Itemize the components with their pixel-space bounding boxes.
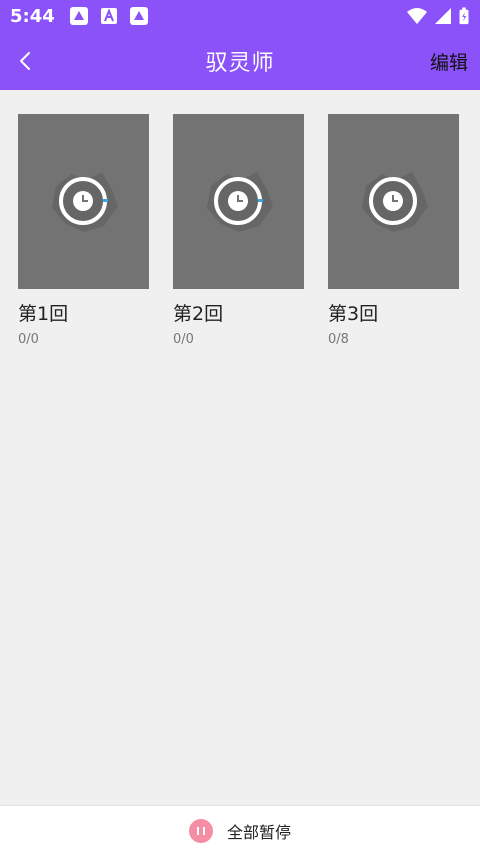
episode-card-1[interactable]: 第1回 0/0	[18, 114, 149, 347]
episode-title: 第2回	[173, 303, 224, 325]
episode-title: 第3回	[328, 303, 379, 325]
episode-card-3[interactable]: 第3回 0/8	[328, 114, 459, 347]
pause-all-label: 全部暂停	[226, 822, 291, 842]
episode-grid: 第1回 0/0 第2回 0/0 第3回 0/8	[18, 114, 462, 347]
episode-progress: 0/0	[18, 332, 39, 347]
status-right	[406, 7, 470, 25]
a-icon	[99, 6, 119, 26]
battery-icon	[459, 7, 469, 25]
clock-icon	[214, 177, 263, 225]
wifi-icon	[407, 8, 427, 24]
episode-progress: 0/8	[328, 332, 349, 347]
app-icon	[69, 6, 89, 26]
episode-thumbnail	[18, 114, 149, 289]
chevron-left-icon	[20, 52, 30, 70]
page-title: 驭灵师	[205, 51, 275, 76]
clock-icon	[369, 177, 417, 225]
signal-icon	[435, 8, 451, 24]
clock-icon	[59, 177, 108, 225]
episode-card-2[interactable]: 第2回 0/0	[173, 114, 304, 347]
bottom-bar: 全部暂停	[0, 805, 480, 855]
edit-button[interactable]: 编辑	[430, 46, 468, 76]
episode-progress: 0/0	[173, 332, 194, 347]
episode-thumbnail	[328, 114, 459, 289]
episode-title: 第1回	[18, 303, 69, 325]
app-bar: 驭灵师 编辑	[0, 32, 480, 90]
app-icon	[129, 6, 149, 26]
status-bar: 5:44	[0, 0, 480, 32]
episode-thumbnail	[173, 114, 304, 289]
back-button[interactable]	[6, 41, 46, 81]
pause-all-button[interactable]: 全部暂停	[188, 818, 291, 843]
status-time: 5:44	[10, 5, 55, 27]
pause-icon	[188, 818, 213, 843]
